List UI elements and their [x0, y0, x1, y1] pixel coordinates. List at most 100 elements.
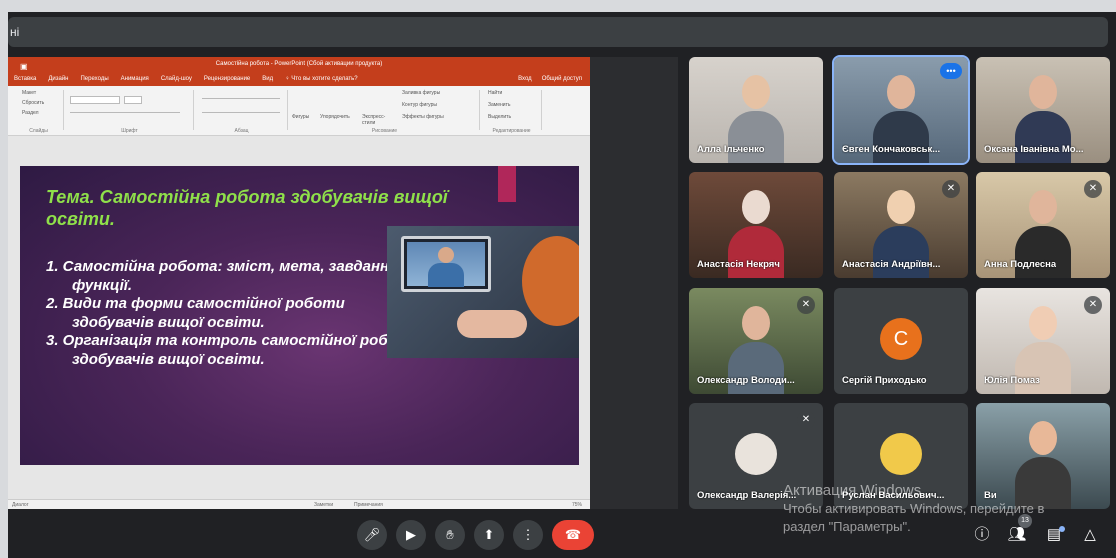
camera-icon: ▶ — [406, 527, 416, 542]
participant-name: Олександр Валерія... — [697, 490, 797, 501]
zoom-level[interactable]: 75% — [572, 500, 582, 509]
present-icon: ⬆ — [483, 527, 495, 542]
ribbon-item[interactable]: Заменить — [488, 102, 510, 108]
avatar — [880, 433, 922, 475]
participant-tile[interactable]: ✕ Анастасія Андріївн... — [834, 172, 968, 278]
participant-tile[interactable]: ✕ Юлія Помаз — [976, 288, 1110, 394]
participant-name: Євген Кончаковськ... — [842, 144, 941, 155]
watermark-title: Активация Windows — [783, 482, 922, 499]
watermark-text: Чтобы активировать Windows, перейдите в — [783, 501, 1045, 516]
microphone-icon: 🎤︎ — [363, 527, 381, 542]
ppt-tab[interactable]: Анимация — [121, 72, 149, 86]
participants-count-badge: 13 — [1018, 514, 1032, 528]
hand-icon: ✋︎ — [446, 527, 454, 542]
ribbon-group-label: Слайды — [29, 128, 48, 134]
avatar — [735, 433, 777, 475]
participant-tile[interactable]: ✕ Анна Подлесна — [976, 172, 1110, 278]
camera-button[interactable]: ▶ — [396, 520, 426, 550]
participant-tile[interactable]: Алла Ільченко — [689, 57, 823, 163]
left-edge — [0, 0, 8, 558]
ribbon-item[interactable]: Контур фигуры — [402, 102, 437, 108]
ribbon-item[interactable]: Выделить — [488, 114, 511, 120]
activities-button[interactable]: △ — [1077, 522, 1103, 548]
ppt-ribbon: Макет Сбросить Раздел Слайды Шрифт Абзац… — [8, 86, 590, 136]
leave-call-button[interactable]: ☎ — [552, 520, 594, 550]
participant-name: Анастасія Андріївн... — [842, 259, 941, 270]
microphone-button[interactable]: 🎤︎ — [357, 520, 387, 550]
meeting-info-button[interactable]: ⓘ — [969, 522, 995, 548]
ppt-tab[interactable]: Дизайн — [48, 72, 68, 86]
ppt-tab[interactable]: Слайд-шоу — [161, 72, 192, 86]
current-slide[interactable]: Тема. Самостійна робота здобувачів вищої… — [20, 166, 579, 465]
participant-name: Алла Ільченко — [697, 144, 765, 155]
ribbon-group-font: Шрифт — [66, 90, 194, 134]
mic-off-icon: ✕ — [1084, 180, 1102, 198]
participant-tile[interactable]: Анастасія Некряч — [689, 172, 823, 278]
ribbon-item[interactable]: Макет — [22, 90, 36, 96]
meeting-title: ні — [10, 25, 20, 39]
ppt-tab[interactable]: Вставка — [14, 72, 36, 86]
ribbon-quick-styles-button[interactable]: Экспресс-стили — [362, 114, 392, 126]
more-vertical-icon: ⋮ — [521, 527, 535, 542]
ppt-tab[interactable]: Переходы — [80, 72, 108, 86]
participant-name: Оксана Іванівна Мо... — [984, 144, 1084, 155]
ribbon-group-slides: Макет Сбросить Раздел Слайды — [14, 90, 64, 134]
slide-editor-area: Тема. Самостійна робота здобувачів вищої… — [8, 136, 590, 499]
slide-bullet: 3. Організація та контроль самостійної р… — [46, 332, 420, 368]
laptop-icon — [401, 236, 491, 292]
speaking-indicator-icon: ••• — [940, 63, 962, 79]
participant-tile[interactable]: Оксана Іванівна Мо... — [976, 57, 1110, 163]
participant-name: Анна Подлесна — [984, 259, 1057, 270]
ribbon-arrange-button[interactable]: Упорядочить — [320, 114, 350, 120]
mic-off-icon: ✕ — [797, 411, 815, 429]
participant-tile[interactable]: ✕ Олександр Володи... — [689, 288, 823, 394]
mic-off-icon: ✕ — [1084, 296, 1102, 314]
powerpoint-window: ▣ Самостійна робота - PowerPoint (Сбой а… — [8, 57, 590, 509]
more-options-button[interactable]: ⋮ — [513, 520, 543, 550]
participant-tile[interactable]: ••• Євген Кончаковськ... — [832, 55, 970, 165]
ribbon-item[interactable]: Заливка фигуры — [402, 90, 440, 96]
ribbon-group-label: Абзац — [234, 128, 249, 134]
raise-hand-button[interactable]: ✋︎ — [435, 520, 465, 550]
ribbon-item[interactable]: Раздел — [22, 110, 39, 116]
ribbon-item[interactable]: Эффекты фигуры — [402, 114, 444, 120]
slide-title: Тема. Самостійна робота здобувачів вищої… — [46, 187, 448, 229]
ribbon-group-label: Рисование — [371, 128, 398, 134]
participant-name: Юлія Помаз — [984, 375, 1040, 386]
activities-icon: △ — [1084, 526, 1096, 543]
comments-button[interactable]: Примечания — [354, 500, 383, 509]
ppt-sign-in[interactable]: Вход — [518, 72, 532, 86]
ribbon-shapes-button[interactable]: Фигуры — [292, 114, 309, 120]
participant-tile[interactable]: Ви — [976, 403, 1110, 509]
participant-tile[interactable]: С Сергій Приходько — [834, 288, 968, 394]
slide-bullet-list: 1. Самостійна робота: зміст, мета, завда… — [46, 258, 426, 369]
ribbon-group-editing: Найти Заменить Выделить Редактирование — [482, 90, 542, 134]
slide-accent-bar — [498, 166, 516, 202]
ppt-status-bar: Диалог Заметки Примечания 75% — [8, 499, 590, 509]
ribbon-item[interactable]: Сбросить — [22, 100, 44, 106]
ppt-share[interactable]: Общий доступ — [542, 72, 582, 86]
participant-name: Олександр Володи... — [697, 375, 795, 386]
slide-bullet: 1. Самостійна робота: зміст, мета, завда… — [46, 258, 403, 294]
present-button[interactable]: ⬆ — [474, 520, 504, 550]
ppt-tell-me[interactable]: ♀ Что вы хотите сделать? — [285, 72, 358, 86]
meeting-title-bar: ні — [8, 17, 1108, 47]
avatar: С — [880, 318, 922, 360]
participant-name: Сергій Приходько — [842, 375, 927, 386]
slide-bullet: 2. Види та форми самостійної роботи здоб… — [46, 295, 345, 331]
ribbon-group-paragraph: Абзац — [196, 90, 288, 134]
ribbon-group-label: Редактирование — [492, 128, 531, 134]
ribbon-group-label: Шрифт — [121, 128, 138, 134]
end-call-icon: ☎ — [564, 527, 582, 542]
status-text: Диалог — [12, 502, 29, 508]
screen-share-tile[interactable]: ▣ Самостійна робота - PowerPoint (Сбой а… — [8, 57, 678, 509]
ribbon-item[interactable]: Найти — [488, 90, 502, 96]
info-icon: ⓘ — [974, 526, 990, 543]
participant-name: Анастасія Некряч — [697, 259, 780, 270]
ppt-tab[interactable]: Вид — [262, 72, 273, 86]
chat-notification-dot — [1059, 526, 1065, 532]
notes-button[interactable]: Заметки — [314, 500, 333, 509]
ppt-tab[interactable]: Рецензирование — [204, 72, 250, 86]
ppt-title-bar: ▣ Самостійна робота - PowerPoint (Сбой а… — [8, 57, 590, 72]
slide-laptop-photo — [387, 226, 579, 358]
